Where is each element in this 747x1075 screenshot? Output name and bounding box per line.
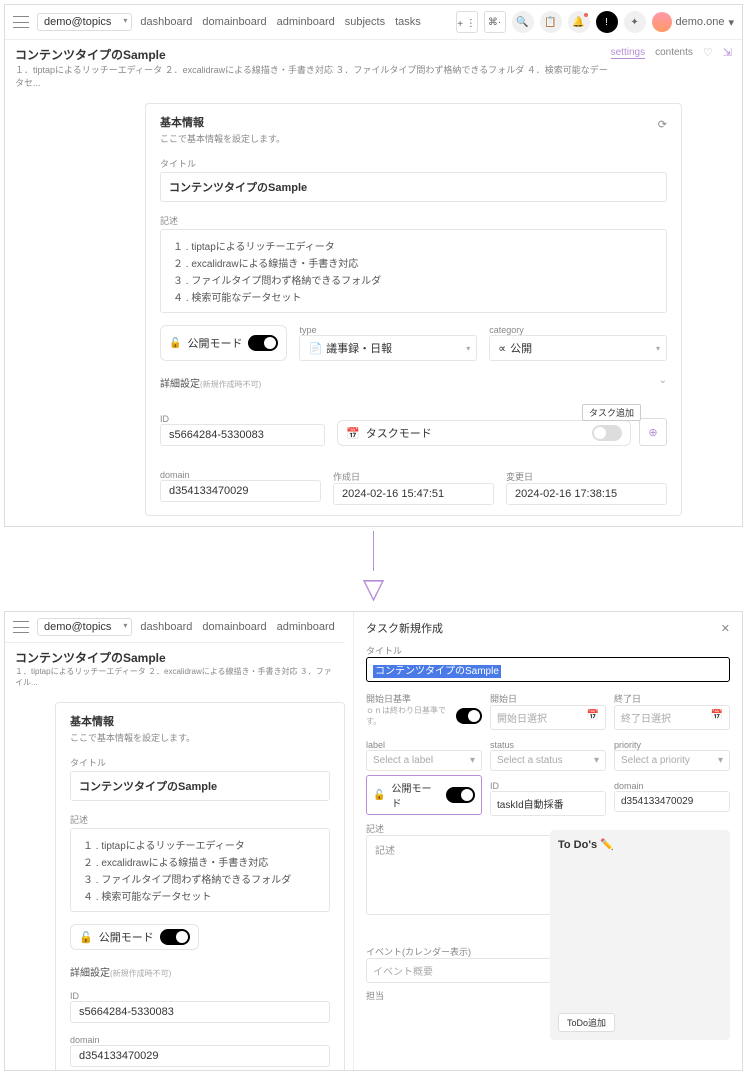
basic-desc: ここで基本情報を設定します。 — [160, 132, 667, 145]
desc-list: tiptapによるリッチーエディータ excalidrawによる線描き・手書き対… — [169, 238, 658, 304]
type-select[interactable]: 📄議事録・日報 — [299, 335, 477, 361]
nav-dashboard[interactable]: dashboard — [140, 16, 192, 28]
nav-domainboard[interactable]: domainboard — [202, 16, 266, 28]
add-task-button[interactable]: ⊕ — [639, 418, 667, 446]
id-label: ID — [160, 414, 325, 424]
top-actions: + ︙ ⌘· 🔍 📋 🔔 ! ✦ demo.one ▾ — [456, 11, 734, 33]
domain-field[interactable]: d354133470029 — [160, 480, 321, 502]
toggle-off[interactable] — [592, 425, 622, 441]
workspace-selector[interactable]: demo@topics — [37, 13, 132, 31]
label-desc: 記述 — [160, 214, 667, 227]
start-basis-toggle[interactable] — [456, 708, 482, 724]
workspace-selector[interactable]: demo@topics — [37, 618, 132, 636]
task-modal: タスク新規作成 ✕ タイトル コンテンツタイプのSample 開始日基準 ｏｎは… — [353, 612, 742, 1070]
screenshot-top: demo@topics dashboard domainboard adminb… — [4, 4, 743, 527]
subheader: コンテンツタイプのSample １．tiptapによるリッチーエディータ ２．e… — [5, 40, 742, 95]
add-task-tooltip: タスク追加 — [582, 404, 641, 421]
avatar — [652, 12, 672, 32]
modal-id-field: taskId自動採番 — [490, 791, 606, 816]
heart-icon[interactable]: ♡ — [703, 46, 713, 59]
arrow-line — [373, 531, 374, 571]
modal-public-toggle[interactable]: 🔓公開モード — [366, 775, 482, 815]
share-mini-icon: ∝ — [498, 342, 506, 355]
priority-select[interactable]: Select a priority▾ — [614, 750, 730, 771]
start-date-input[interactable]: 開始日選択📅 — [490, 705, 606, 730]
basic-panel: 基本情報 ここで基本情報を設定します。 ⟳ タイトル コンテンツタイプのSamp… — [145, 103, 682, 516]
add-button[interactable]: + ︙ — [456, 11, 478, 33]
created-label: 作成日 — [333, 470, 494, 483]
desc-input[interactable]: tiptapによるリッチーエディータ excalidrawによる線描き・手書き対… — [160, 229, 667, 313]
shortcut-button[interactable]: ⌘· — [484, 11, 506, 33]
calendar-icon: 📅 — [711, 710, 723, 721]
info-icon[interactable]: ! — [596, 11, 618, 33]
nav-subjects[interactable]: subjects — [345, 16, 385, 28]
nav: dashboard domainboard adminboard subject… — [140, 16, 420, 28]
basic-title: 基本情報 — [160, 114, 667, 130]
created-field: 2024-02-16 15:47:51 — [333, 483, 494, 505]
nav-tasks[interactable]: tasks — [395, 16, 421, 28]
todo-panel: To Do's ✏️ ToDo追加 — [550, 830, 730, 1040]
modal-domain-field: d354133470029 — [614, 791, 730, 812]
calendar-icon: 📅 — [587, 710, 599, 721]
arrow-down-icon: ▽ — [0, 575, 747, 603]
page-title: コンテンツタイプのSample — [15, 46, 611, 63]
nav-adminboard[interactable]: adminboard — [277, 16, 335, 28]
task-mode-toggle[interactable]: 📅 タスクモード — [337, 420, 631, 446]
refresh-icon[interactable]: ⟳ — [658, 118, 667, 131]
menu-icon[interactable] — [13, 16, 29, 28]
user-menu[interactable]: demo.one ▾ — [652, 12, 734, 32]
search-icon[interactable]: 🔍 — [512, 11, 534, 33]
toggle-on[interactable] — [248, 335, 278, 351]
tab-settings[interactable]: settings — [611, 47, 645, 59]
domain-label: domain — [160, 470, 321, 480]
modal-desc-input[interactable]: 記述 — [366, 835, 563, 915]
todo-title: To Do's ✏️ — [558, 838, 722, 851]
status-select[interactable]: Select a status▾ — [490, 750, 606, 771]
page-desc: １．tiptapによるリッチーエディータ ２．excalidrawによる線描き・… — [15, 63, 611, 89]
username: demo.one — [676, 16, 725, 28]
id-field[interactable]: s5664284-5330083 — [160, 424, 325, 446]
tab-contents[interactable]: contents — [655, 47, 693, 58]
menu-icon[interactable] — [13, 621, 29, 633]
sparkle-icon[interactable]: ✦ — [624, 11, 646, 33]
event-input[interactable]: イベント概要 — [366, 958, 563, 983]
cal-mini-icon: 📅 — [346, 427, 360, 440]
close-icon[interactable]: ✕ — [721, 622, 730, 635]
modal-title: タスク新規作成 — [366, 620, 443, 636]
detail-header[interactable]: 詳細設定(新規作成時不可) ⌄ — [160, 375, 667, 390]
end-date-input[interactable]: 終了日選択📅 — [614, 705, 730, 730]
calendar-icon[interactable]: 📋 — [540, 11, 562, 33]
updated-label: 変更日 — [506, 470, 667, 483]
label-select[interactable]: Select a label▾ — [366, 750, 482, 771]
label-title: タイトル — [160, 157, 667, 170]
background-ui: demo@topics dashboard domainboard adminb… — [5, 612, 345, 1071]
doc-icon: 📄 — [308, 342, 322, 355]
category-select[interactable]: ∝公開 — [489, 335, 667, 361]
screenshot-bottom: demo@topics dashboard domainboard adminb… — [4, 611, 743, 1071]
modal-title-input[interactable]: コンテンツタイプのSample — [366, 657, 730, 682]
title-label: タイトル — [366, 644, 730, 657]
title-input[interactable]: コンテンツタイプのSample — [160, 172, 667, 202]
chevron-icon: ⌄ — [659, 375, 667, 386]
type-label: type — [299, 325, 477, 335]
lock-icon: 🔓 — [169, 338, 181, 349]
category-label: category — [489, 325, 667, 335]
bell-icon[interactable]: 🔔 — [568, 11, 590, 33]
topbar: demo@topics dashboard domainboard adminb… — [5, 5, 742, 40]
chevron-down-icon: ▾ — [728, 16, 734, 29]
todo-add-button[interactable]: ToDo追加 — [558, 1013, 615, 1032]
updated-field: 2024-02-16 17:38:15 — [506, 483, 667, 505]
share-icon[interactable]: ⇲ — [723, 46, 732, 59]
public-mode-toggle[interactable]: 🔓 公開モード — [160, 325, 287, 361]
